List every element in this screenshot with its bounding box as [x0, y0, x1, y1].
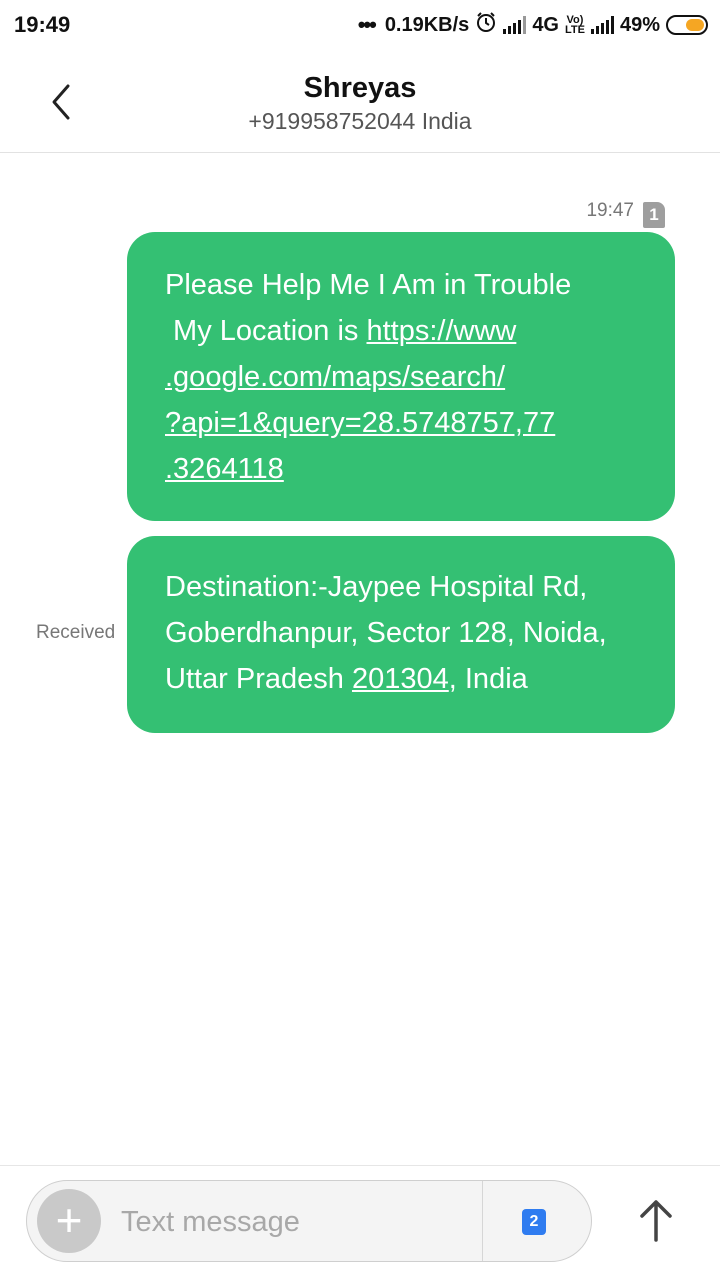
contact-name[interactable]: Shreyas [0, 72, 720, 105]
message-line: Goberdhanpur, Sector 128, Noida, [165, 617, 607, 649]
status-bar: 19:49 ••• 0.19KB/s 4G Vo) LTE 49% [0, 0, 720, 52]
conversation-header: Shreyas +919958752044 India [0, 52, 720, 153]
location-link[interactable]: ?api=1&query=28.5748757,77 [165, 400, 637, 446]
message-text: My Location is [165, 315, 367, 347]
message-timestamp: 19:47 [586, 200, 634, 221]
sim-badge-icon: 1 [643, 202, 665, 228]
composer-divider [482, 1181, 483, 1261]
message-timestamp-row: 19:47 [586, 200, 634, 222]
volte-bottom: LTE [565, 24, 585, 36]
contact-number: +919958752044 India [248, 108, 472, 134]
arrow-up-icon [640, 1200, 672, 1242]
battery-icon [666, 15, 708, 35]
message-input[interactable] [119, 1195, 463, 1249]
location-link[interactable]: .3264118 [165, 446, 637, 492]
message-line: Destination:-Jaypee Hospital Rd, [165, 571, 588, 603]
sim-select-button[interactable]: 2 [522, 1209, 546, 1235]
message-line: Please Help Me I Am in Trouble [165, 269, 572, 301]
volte-icon: Vo) LTE [565, 15, 585, 36]
message-line: Uttar Pradesh 201304, India [165, 656, 637, 702]
plus-icon: + [55, 1194, 83, 1246]
network-type: 4G [532, 13, 559, 36]
status-indicators: ••• 0.19KB/s 4G Vo) LTE 49% [358, 10, 708, 40]
postal-code-link[interactable]: 201304 [352, 663, 449, 695]
message-line: My Location is https://www [165, 308, 637, 354]
message-bubble[interactable]: Please Help Me I Am in Trouble My Locati… [127, 232, 675, 521]
location-link[interactable]: .google.com/maps/search/ [165, 354, 637, 400]
message-text: Uttar Pradesh [165, 663, 352, 695]
composer: + 2 [26, 1180, 592, 1262]
message-bubble[interactable]: Destination:-Jaypee Hospital Rd, Goberdh… [127, 536, 675, 733]
more-dots-icon: ••• [357, 12, 377, 37]
composer-bar: + 2 [0, 1165, 720, 1281]
send-button[interactable] [630, 1192, 682, 1248]
add-attachment-button[interactable]: + [37, 1189, 101, 1253]
status-time: 19:49 [14, 12, 71, 37]
signal-icon [503, 16, 527, 34]
signal-icon-2 [590, 16, 614, 34]
location-link[interactable]: https://www [366, 315, 516, 347]
alarm-icon [475, 11, 497, 39]
received-label: Received [36, 622, 116, 643]
battery-percent: 49% [619, 13, 660, 36]
message-text: , India [448, 663, 528, 695]
network-speed: 0.19KB/s [384, 13, 470, 36]
